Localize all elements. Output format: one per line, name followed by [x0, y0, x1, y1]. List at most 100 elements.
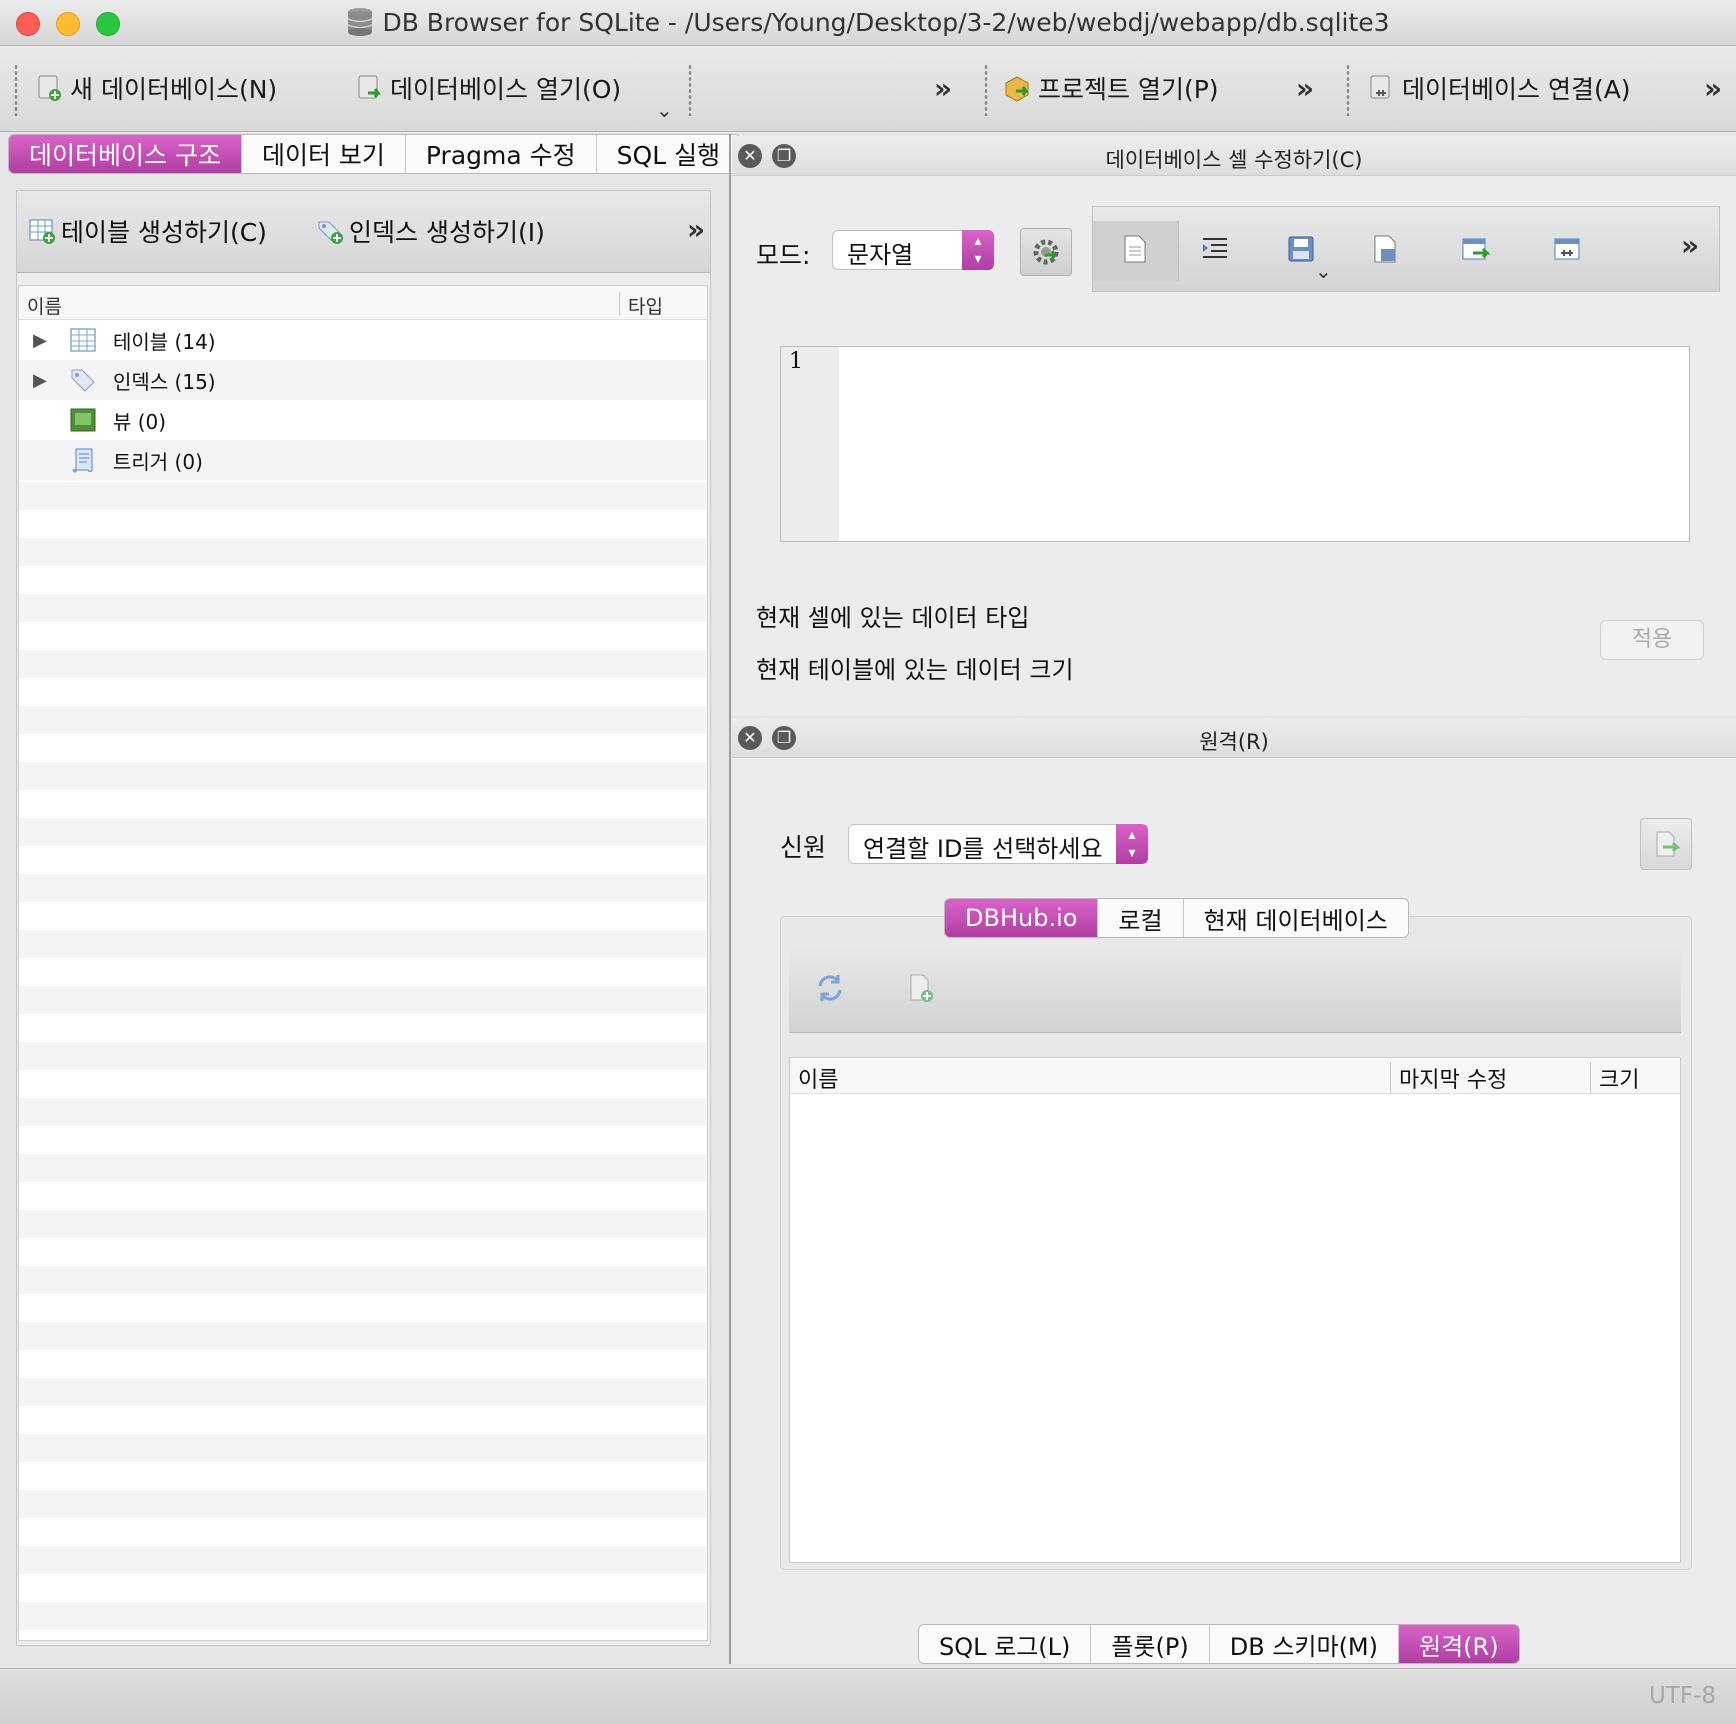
structure-toolbar: 테이블 생성하기(C) 인덱스 생성하기(I) » [17, 191, 710, 273]
structure-toolbar-overflow-button[interactable]: » [687, 213, 705, 246]
tab-execute-sql[interactable]: SQL 실행 [596, 135, 741, 173]
remote-title: 원격(R) [1199, 730, 1269, 754]
apply-button[interactable]: 적용 [1600, 620, 1704, 660]
open-in-external-app-button[interactable] [1525, 221, 1611, 281]
import-dropdown-icon[interactable]: ⌄ [1315, 259, 1332, 283]
export-file-button[interactable] [1343, 221, 1429, 281]
remote-list-header: 이름 마지막 수정 크기 [790, 1058, 1680, 1094]
push-database-button[interactable] [1640, 818, 1692, 870]
import-file-button[interactable] [1259, 221, 1345, 281]
column-header-type[interactable]: 타입 [619, 292, 663, 318]
status-bar: UTF-8 [0, 1668, 1736, 1724]
clone-database-icon[interactable] [903, 971, 937, 1005]
edit-toolbar-overflow-button[interactable]: » [1681, 229, 1699, 262]
indent-icon [1203, 238, 1227, 258]
document-arrow-icon [1462, 238, 1491, 260]
gear-icon [1033, 239, 1059, 265]
toolbar-overflow-button[interactable]: » [1296, 72, 1314, 105]
tab-remote[interactable]: 원격(R) [1399, 1625, 1519, 1663]
remote-content-box: 이름 마지막 수정 크기 [780, 916, 1692, 1570]
auto-switch-mode-button[interactable] [1020, 228, 1072, 276]
database-icon [348, 8, 373, 36]
tab-db-schema[interactable]: DB 스키마(M) [1209, 1625, 1399, 1663]
create-index-button[interactable]: 인덱스 생성하기(I) [315, 213, 545, 249]
identity-select[interactable]: 연결할 ID를 선택하세요 ▴ ▾ [848, 824, 1148, 864]
edit-cell-dock-title: ✕ ❐ 데이터베이스 셀 수정하기(C) [732, 136, 1736, 176]
open-database-dropdown-icon[interactable]: ⌄ [656, 98, 673, 122]
tab-current-database[interactable]: 현재 데이터베이스 [1183, 899, 1408, 937]
mode-label: 모드: [756, 241, 811, 270]
attach-database-button[interactable]: 데이터베이스 연결(A) [1366, 68, 1631, 108]
pane-splitter[interactable] [729, 134, 731, 1664]
mode-select-value: 문자열 [847, 241, 914, 269]
remote-toolbar [789, 947, 1681, 1033]
attach-database-icon [1370, 75, 1390, 99]
toolbar-separator [688, 64, 692, 116]
column-header-size[interactable]: 크기 [1590, 1062, 1639, 1094]
tab-database-structure[interactable]: 데이터베이스 구조 [9, 135, 242, 173]
toolbar-overflow-button[interactable]: » [1704, 72, 1722, 105]
cell-data-type-info: 현재 셀에 있는 데이터 타입 [756, 604, 1030, 632]
identity-label: 신원 [780, 833, 827, 862]
trigger-icon [72, 448, 93, 473]
open-project-label: 프로젝트 열기(P) [1038, 75, 1219, 104]
toolbar-handle[interactable] [14, 64, 18, 116]
open-project-button[interactable]: 프로젝트 열기(P) [1002, 68, 1219, 108]
tree-item-label: 인덱스 (15) [113, 369, 216, 394]
tab-dbhub[interactable]: DBHub.io [945, 899, 1099, 937]
attach-database-label: 데이터베이스 연결(A) [1402, 75, 1631, 104]
column-header-name[interactable]: 이름 [790, 1062, 838, 1094]
remote-dock-title: ✕ ❐ 원격(R) [732, 718, 1736, 758]
floppy-import-icon [1288, 236, 1314, 262]
remote-tab-bar: DBHub.io 로컬 현재 데이터베이스 [944, 898, 1409, 938]
tab-browse-data[interactable]: 데이터 보기 [241, 135, 406, 173]
tab-local[interactable]: 로컬 [1098, 899, 1184, 937]
open-database-button[interactable]: 데이터베이스 열기(O) [354, 68, 621, 108]
word-wrap-button[interactable] [1093, 221, 1179, 281]
toolbar-handle[interactable] [984, 64, 988, 116]
create-index-label: 인덱스 생성하기(I) [349, 218, 545, 247]
remote-panel: ✕ ❐ 원격(R) 신원 연결할 ID를 선택하세요 ▴ ▾ 이름 마지막 수정… [732, 718, 1736, 1664]
schema-tree-rows: ▶ 테이블 (14) ▶ 인덱스 (15) 뷰 (0) 트리거 (0) [19, 320, 707, 480]
new-database-icon [38, 75, 61, 101]
create-index-icon [318, 221, 343, 244]
refresh-icon[interactable] [813, 971, 847, 1005]
create-table-button[interactable]: 테이블 생성하기(C) [27, 213, 267, 249]
set-as-null-button[interactable] [1433, 221, 1519, 281]
index-tag-icon [71, 369, 95, 392]
tab-edit-pragmas[interactable]: Pragma 수정 [405, 135, 597, 173]
tree-item-views[interactable]: 뷰 (0) [19, 400, 707, 440]
push-document-icon [1656, 831, 1681, 857]
new-database-button[interactable]: 새 데이터베이스(N) [34, 68, 277, 108]
column-header-name[interactable]: 이름 [27, 292, 62, 319]
tree-item-label: 테이블 (14) [113, 329, 216, 354]
cell-text-editor[interactable]: 1 [780, 346, 1690, 542]
schema-tree-header: 이름 타입 [19, 286, 707, 320]
schema-tree[interactable]: 이름 타입 ▶ 테이블 (14) ▶ 인덱스 (15) 뷰 (0) 트리거 (0… [18, 285, 708, 1641]
text-document-icon [1124, 235, 1146, 263]
expand-arrow-icon[interactable]: ▶ [33, 330, 47, 351]
database-structure-pane: 데이터베이스 구조 데이터 보기 Pragma 수정 SQL 실행 테이블 생성… [8, 134, 742, 1664]
edit-cell-toolbar: ⌄ » [1092, 206, 1720, 292]
tree-item-label: 트리거 (0) [113, 449, 203, 474]
tree-item-tables[interactable]: ▶ 테이블 (14) [19, 320, 707, 360]
open-database-icon [358, 75, 381, 99]
tree-item-indexes[interactable]: ▶ 인덱스 (15) [19, 360, 707, 400]
open-database-label: 데이터베이스 열기(O) [390, 75, 622, 104]
select-stepper-icon: ▴ ▾ [962, 230, 994, 270]
tab-plot[interactable]: 플롯(P) [1091, 1625, 1210, 1663]
toolbar-handle[interactable] [1346, 64, 1350, 116]
remote-file-list[interactable]: 이름 마지막 수정 크기 [789, 1057, 1681, 1563]
encoding-indicator: UTF-8 [1648, 1683, 1716, 1709]
tree-item-triggers[interactable]: 트리거 (0) [19, 440, 707, 480]
tab-sql-log[interactable]: SQL 로그(L) [919, 1625, 1092, 1663]
toolbar-overflow-button[interactable]: » [934, 72, 952, 105]
mode-select[interactable]: 문자열 ▴ ▾ [832, 230, 994, 270]
auto-format-button[interactable] [1173, 221, 1259, 281]
expand-arrow-icon[interactable]: ▶ [33, 370, 47, 391]
dock-tab-bar: SQL 로그(L) 플롯(P) DB 스키마(M) 원격(R) [918, 1624, 1520, 1664]
open-project-icon [1005, 76, 1029, 102]
column-header-last-modified[interactable]: 마지막 수정 [1390, 1062, 1507, 1094]
select-stepper-icon: ▴ ▾ [1116, 824, 1148, 864]
tree-item-label: 뷰 (0) [113, 409, 167, 434]
